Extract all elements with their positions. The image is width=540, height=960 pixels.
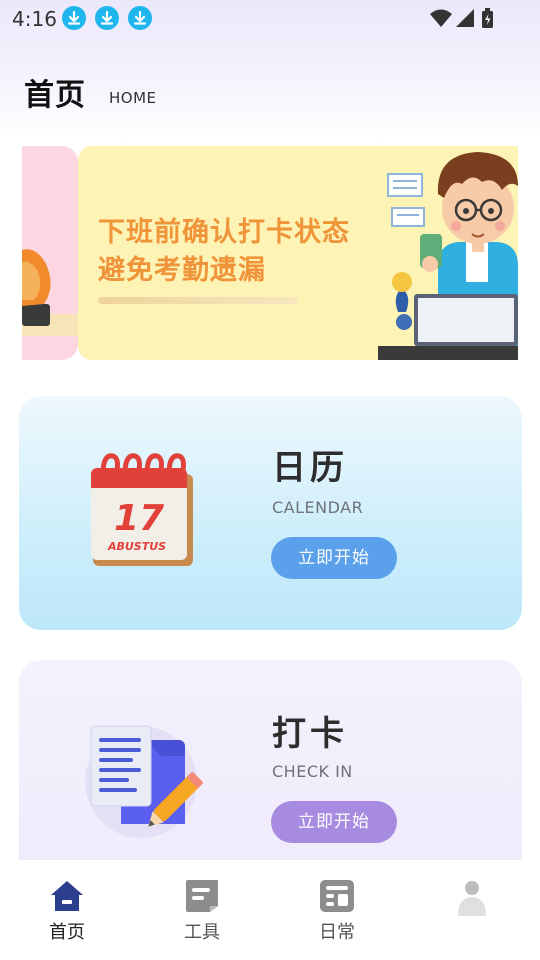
banner-subheadline: 避免考勤遗漏 <box>98 255 266 286</box>
system-status-icons <box>430 8 493 28</box>
status-bar: 4:16 <box>0 0 540 38</box>
download-icon <box>62 6 86 30</box>
status-time: 4:16 <box>12 7 57 31</box>
nav-item-daily[interactable]: 日常 <box>282 860 392 960</box>
nav-label-tools: 工具 <box>184 922 220 943</box>
office-worker-illustration <box>378 152 518 360</box>
calendar-month-text: ABUSTUS <box>107 540 166 553</box>
nav-item-profile[interactable] <box>417 860 527 960</box>
calendar-start-button[interactable]: 立即开始 <box>271 537 397 579</box>
signal-icon <box>456 9 474 27</box>
banner-slide[interactable]: 下班前确认打卡状态 避免考勤遗漏 <box>78 146 518 360</box>
wifi-icon <box>430 9 452 27</box>
checkin-start-button[interactable]: 立即开始 <box>271 801 397 843</box>
download-icon <box>95 6 119 30</box>
download-icon <box>128 6 152 30</box>
calendar-card-title: 日历 <box>272 448 348 488</box>
nav-item-home[interactable]: 首页 <box>12 860 122 960</box>
profile-icon <box>458 881 486 916</box>
checkin-card-subtitle: CHECK IN <box>272 762 353 781</box>
banner-decoration-bar <box>98 297 298 304</box>
daily-icon <box>320 880 354 912</box>
calendar-card[interactable]: 17 ABUSTUS 日历 CALENDAR 立即开始 <box>19 396 522 630</box>
home-icon <box>51 881 83 911</box>
nav-label-home: 首页 <box>49 922 85 943</box>
nav-label-daily: 日常 <box>319 922 355 943</box>
document-edit-icon <box>85 725 204 838</box>
battery-charging-icon <box>482 8 493 28</box>
banner-headline: 下班前确认打卡状态 <box>98 217 350 248</box>
checkin-card[interactable]: 打卡 CHECK IN 立即开始 <box>19 660 522 890</box>
nav-item-tools[interactable]: 工具 <box>147 860 257 960</box>
calendar-icon: 17 ABUSTUS <box>91 453 193 566</box>
calendar-date-text: 17 <box>114 498 164 539</box>
calendar-card-subtitle: CALENDAR <box>272 498 364 517</box>
banner-previous-slide[interactable] <box>22 146 78 360</box>
checkin-card-title: 打卡 <box>272 714 348 754</box>
page-subtitle: HOME <box>109 89 157 107</box>
bottom-navigation: 首页 工具 日常 <box>0 860 540 960</box>
tools-icon <box>186 880 218 912</box>
coffee-illustration-icon <box>22 249 78 336</box>
page-title: 首页 <box>24 78 86 113</box>
